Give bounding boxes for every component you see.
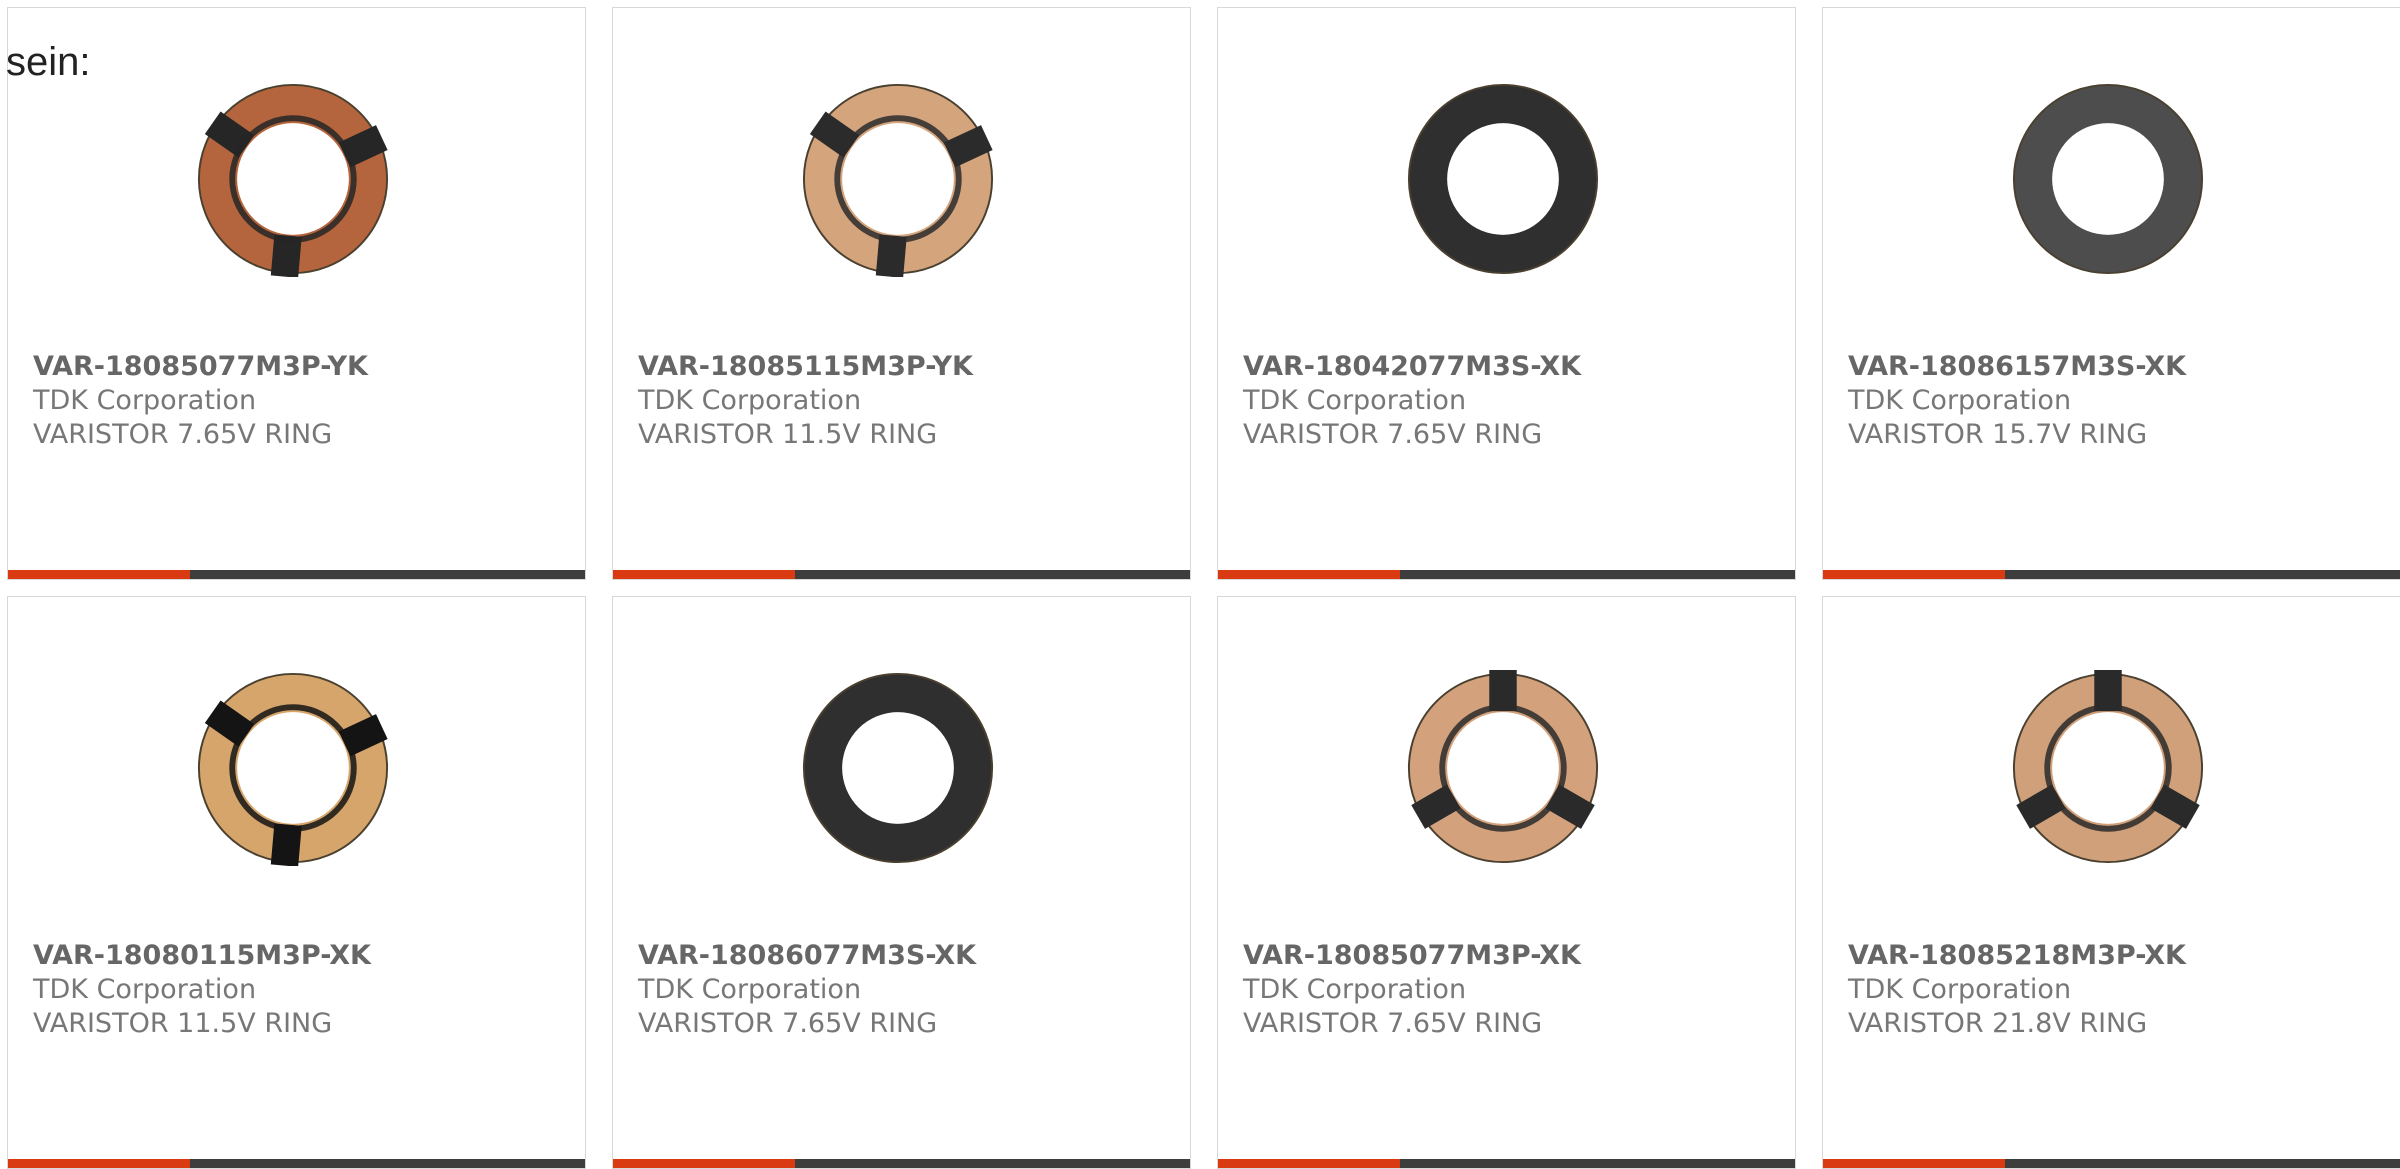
part-number[interactable]: VAR-18042077M3S-XK (1243, 350, 1581, 384)
product-image[interactable] (188, 74, 398, 284)
varistor-ring-icon (802, 83, 994, 277)
product-description: VARISTOR 7.65V RING (33, 419, 333, 450)
product-card[interactable]: VAR-18086077M3S-XK TDK Corporation VARIS… (612, 596, 1191, 1169)
manufacturer: TDK Corporation (1848, 385, 2072, 416)
card-progress-bar (613, 570, 1190, 579)
varistor-ring-icon (2012, 670, 2204, 864)
product-description: VARISTOR 15.7V RING (1848, 419, 2148, 450)
card-progress-bar (1823, 570, 2400, 579)
varistor-ring-icon (1407, 83, 1599, 275)
card-progress-bar (1218, 1159, 1795, 1168)
part-number[interactable]: VAR-18085115M3P-YK (638, 350, 973, 384)
card-progress-fill (8, 570, 190, 579)
varistor-ring-icon (2012, 83, 2204, 275)
product-card[interactable]: VAR-18085218M3P-XK TDK Corporation VARIS… (1822, 596, 2400, 1169)
product-image[interactable] (2003, 74, 2213, 284)
card-progress-bar (1823, 1159, 2400, 1168)
manufacturer: TDK Corporation (33, 385, 257, 416)
product-image[interactable] (793, 663, 1003, 873)
varistor-ring-icon (197, 672, 389, 866)
part-number[interactable]: VAR-18086077M3S-XK (638, 939, 976, 973)
varistor-ring-icon (197, 83, 389, 277)
card-progress-bar (8, 570, 585, 579)
product-description: VARISTOR 21.8V RING (1848, 1008, 2148, 1039)
product-card[interactable]: VAR-18085115M3P-YK TDK Corporation VARIS… (612, 7, 1191, 580)
manufacturer: TDK Corporation (1243, 974, 1467, 1005)
product-description: VARISTOR 11.5V RING (33, 1008, 333, 1039)
product-image[interactable] (188, 663, 398, 873)
intro-text: sein: (6, 40, 91, 84)
card-progress-bar (8, 1159, 585, 1168)
product-card[interactable]: VAR-18086157M3S-XK TDK Corporation VARIS… (1822, 7, 2400, 580)
product-image[interactable] (793, 74, 1003, 284)
product-description: VARISTOR 7.65V RING (1243, 1008, 1543, 1039)
card-progress-fill (613, 570, 795, 579)
card-progress-fill (1218, 570, 1400, 579)
manufacturer: TDK Corporation (1243, 385, 1467, 416)
part-number[interactable]: VAR-18080115M3P-XK (33, 939, 371, 973)
product-description: VARISTOR 7.65V RING (638, 1008, 938, 1039)
card-progress-fill (8, 1159, 190, 1168)
card-progress-bar (613, 1159, 1190, 1168)
product-description: VARISTOR 7.65V RING (1243, 419, 1543, 450)
card-progress-bar (1218, 570, 1795, 579)
part-number[interactable]: VAR-18085077M3P-XK (1243, 939, 1581, 973)
card-progress-fill (1218, 1159, 1400, 1168)
manufacturer: TDK Corporation (638, 385, 862, 416)
card-progress-fill (1823, 1159, 2005, 1168)
product-image[interactable] (2003, 663, 2213, 873)
product-grid: VAR-18085077M3P-YK TDK Corporation VARIS… (7, 7, 2400, 1169)
product-card[interactable]: VAR-18085077M3P-YK TDK Corporation VARIS… (7, 7, 586, 580)
part-number[interactable]: VAR-18085218M3P-XK (1848, 939, 2186, 973)
manufacturer: TDK Corporation (33, 974, 257, 1005)
varistor-ring-icon (802, 672, 994, 864)
card-progress-fill (1823, 570, 2005, 579)
product-image[interactable] (1398, 663, 1608, 873)
product-description: VARISTOR 11.5V RING (638, 419, 938, 450)
product-card[interactable]: VAR-18042077M3S-XK TDK Corporation VARIS… (1217, 7, 1796, 580)
card-progress-fill (613, 1159, 795, 1168)
varistor-ring-icon (1407, 670, 1599, 864)
manufacturer: TDK Corporation (1848, 974, 2072, 1005)
manufacturer: TDK Corporation (638, 974, 862, 1005)
product-card[interactable]: VAR-18080115M3P-XK TDK Corporation VARIS… (7, 596, 586, 1169)
part-number[interactable]: VAR-18086157M3S-XK (1848, 350, 2186, 384)
part-number[interactable]: VAR-18085077M3P-YK (33, 350, 368, 384)
product-image[interactable] (1398, 74, 1608, 284)
product-card[interactable]: VAR-18085077M3P-XK TDK Corporation VARIS… (1217, 596, 1796, 1169)
